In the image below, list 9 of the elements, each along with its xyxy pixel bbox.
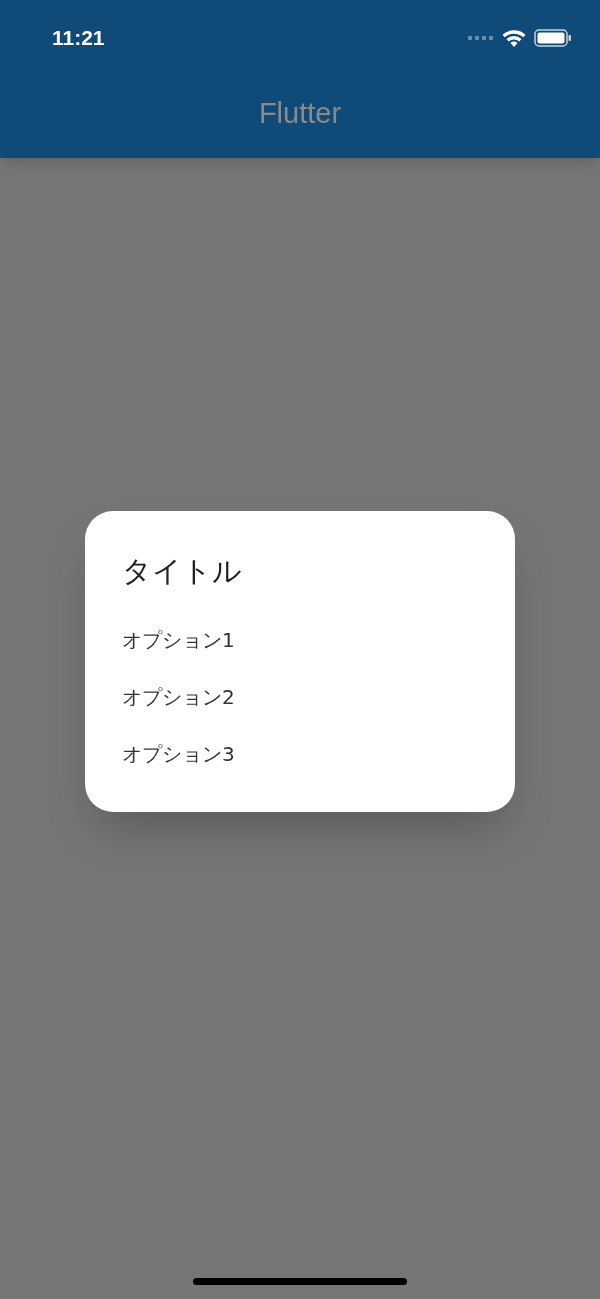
status-time: 11:21 xyxy=(52,25,105,52)
battery-icon xyxy=(534,29,572,47)
app-bar-title: Flutter xyxy=(258,96,342,132)
signal-icon xyxy=(468,35,494,41)
wifi-icon xyxy=(502,29,526,47)
dialog-option[interactable]: オプション3 xyxy=(122,725,235,782)
dialog-option[interactable]: オプション2 xyxy=(122,668,235,725)
dialog-title: タイトル xyxy=(122,553,243,590)
dialog-option[interactable]: オプション1 xyxy=(122,611,235,668)
